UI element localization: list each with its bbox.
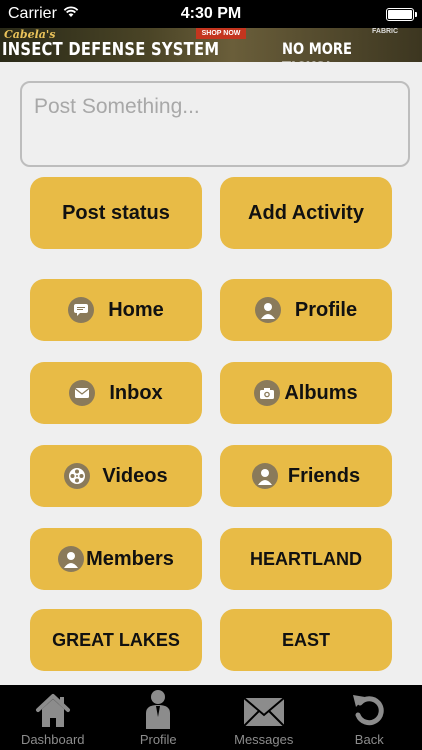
tab-back-label: Back (354, 732, 384, 747)
members-label: Members (86, 547, 174, 570)
back-arrow-icon (353, 695, 384, 726)
envelope-icon (243, 697, 285, 727)
tab-profile-label: Profile (139, 732, 177, 747)
tab-messages-label: Messages (234, 732, 294, 747)
great-lakes-button[interactable]: GREAT LAKES (30, 609, 202, 671)
camera-icon (254, 380, 281, 406)
person-icon (251, 463, 278, 489)
ad-fabric-label: FABRIC (372, 28, 399, 35)
east-button[interactable]: EAST (220, 609, 392, 671)
members-button[interactable]: Members (30, 528, 202, 590)
heartland-label: HEARTLAND (250, 548, 362, 569)
profile-label: Profile (294, 298, 358, 321)
tab-back[interactable]: Back (317, 685, 422, 750)
film-reel-icon (64, 463, 91, 489)
person-icon (254, 297, 281, 323)
wifi-icon (63, 5, 79, 23)
house-icon (35, 694, 70, 727)
chat-bubble-icon (68, 297, 95, 323)
tab-dashboard-label: Dashboard (20, 732, 85, 747)
home-button[interactable]: Home (30, 279, 202, 341)
albums-label: Albums (284, 381, 358, 404)
ad-title: INSECT DEFENSE SYSTEM (2, 39, 220, 60)
tab-profile[interactable]: Profile (106, 685, 212, 750)
ad-banner[interactable]: Cabela's INSECT DEFENSE SYSTEM SHOP NOW … (0, 28, 422, 62)
add-activity-label: Add Activity (248, 201, 364, 224)
person-icon (58, 546, 85, 572)
post-input[interactable]: Post Something... (20, 81, 410, 167)
post-status-button[interactable]: Post status (30, 177, 202, 249)
profile-button[interactable]: Profile (220, 279, 392, 341)
videos-button[interactable]: Videos (30, 445, 202, 507)
great-lakes-label: GREAT LAKES (52, 629, 180, 650)
videos-label: Videos (102, 464, 168, 487)
tab-bar: Dashboard Profile Messages Back (0, 685, 422, 750)
status-bar: Carrier 4:30 PM (0, 0, 422, 28)
inbox-button[interactable]: Inbox (30, 362, 202, 424)
status-left: Carrier (8, 5, 79, 23)
inbox-label: Inbox (109, 381, 163, 404)
envelope-icon (69, 380, 96, 406)
carrier-label: Carrier (8, 5, 57, 22)
heartland-button[interactable]: HEARTLAND (220, 528, 392, 590)
person-icon (146, 690, 171, 729)
home-label: Home (108, 298, 164, 321)
tab-dashboard[interactable]: Dashboard (0, 685, 106, 750)
add-activity-button[interactable]: Add Activity (220, 177, 392, 249)
albums-button[interactable]: Albums (220, 362, 392, 424)
friends-button[interactable]: Friends (220, 445, 392, 507)
tab-messages[interactable]: Messages (211, 685, 317, 750)
friends-label: Friends (287, 464, 361, 487)
post-status-label: Post status (62, 201, 170, 224)
ad-shop-now-button[interactable]: SHOP NOW (196, 28, 246, 39)
east-label: EAST (281, 629, 330, 650)
battery-icon (386, 7, 417, 21)
ad-tagline: NO MORE TICKS! (282, 39, 352, 62)
